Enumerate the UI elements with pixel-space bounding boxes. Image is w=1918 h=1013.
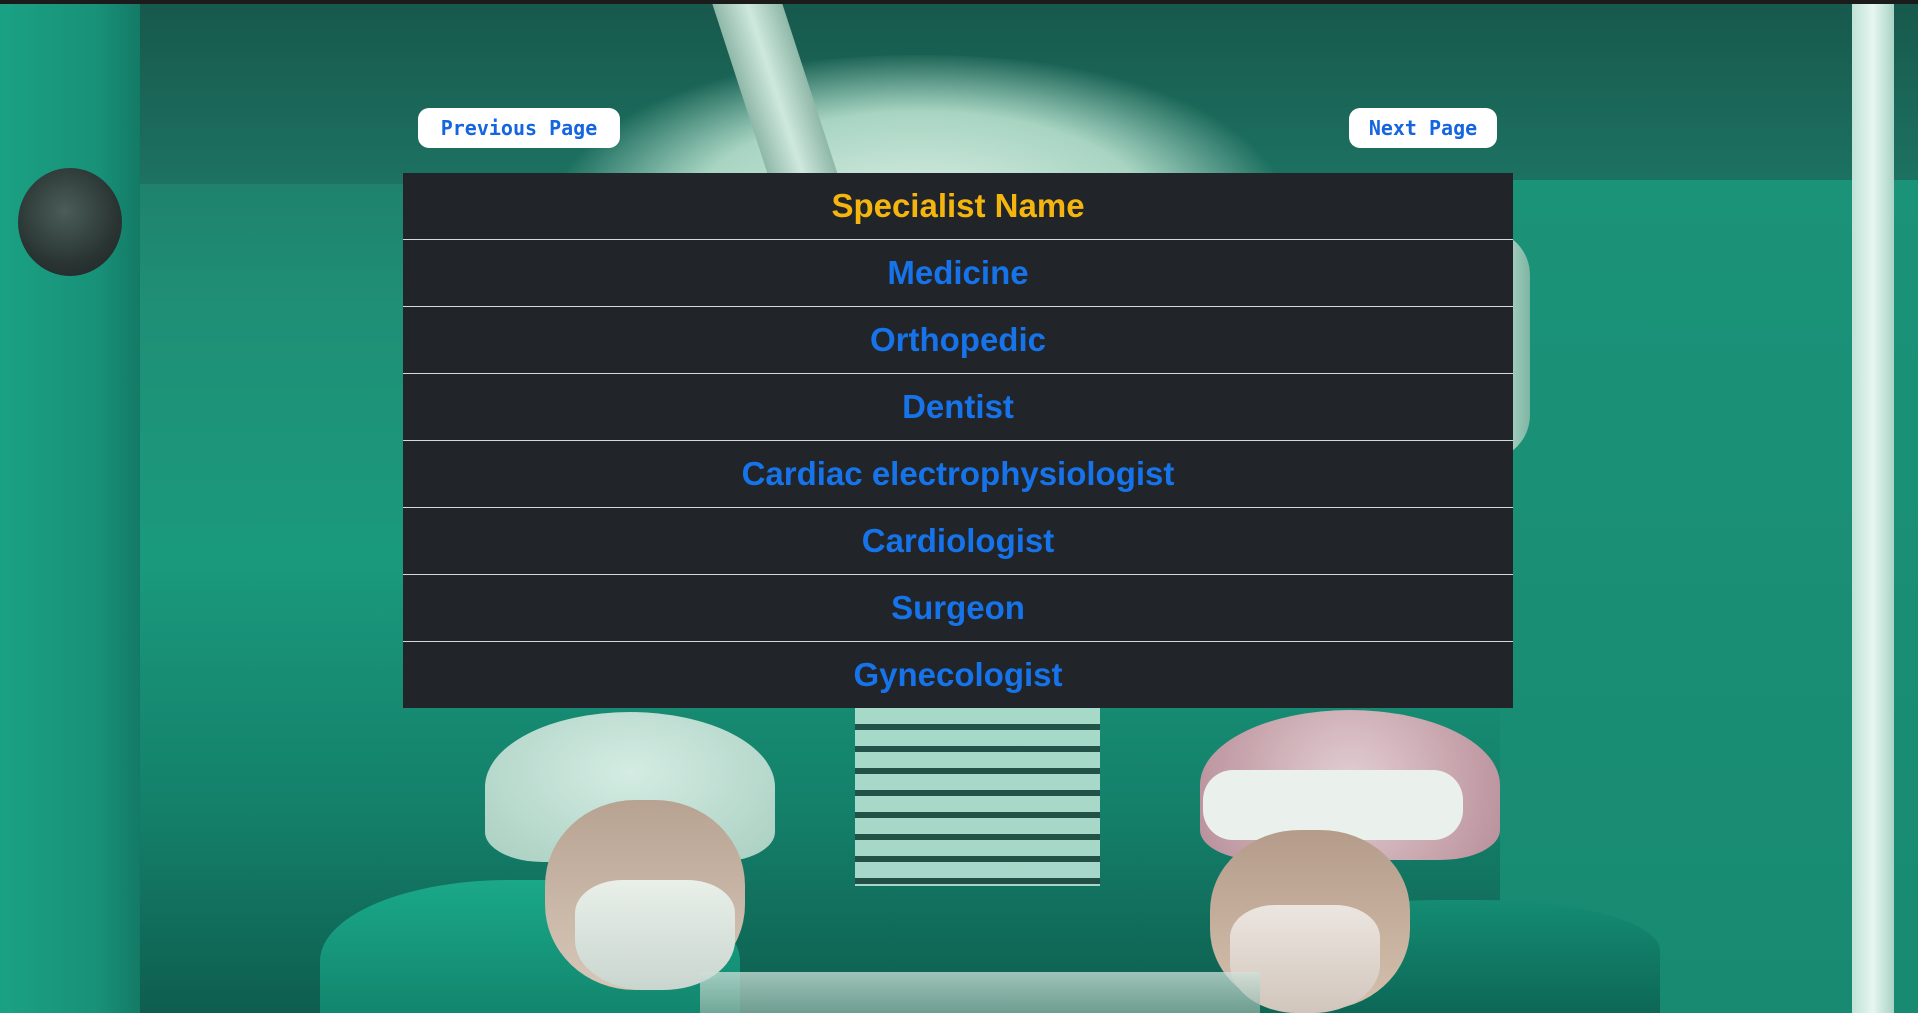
- wall-checklist-poster: [855, 708, 1100, 886]
- specialist-medicine[interactable]: Medicine: [403, 239, 1513, 307]
- table-header-row: Specialist Name: [403, 173, 1513, 240]
- specialist-cardiologist[interactable]: Cardiologist: [403, 507, 1513, 575]
- table-row[interactable]: Cardiac electrophysiologist: [403, 440, 1513, 508]
- specialist-name-header: Specialist Name: [403, 173, 1513, 240]
- surgical-instruments-tray: [700, 972, 1260, 1013]
- left-wall: [0, 4, 140, 1013]
- table-row[interactable]: Medicine: [403, 239, 1513, 307]
- table-row[interactable]: Cardiologist: [403, 507, 1513, 575]
- specialist-surgeon[interactable]: Surgeon: [403, 574, 1513, 642]
- table-row[interactable]: Orthopedic: [403, 306, 1513, 374]
- specialist-gynecologist[interactable]: Gynecologist: [403, 642, 1513, 709]
- table-row[interactable]: Dentist: [403, 373, 1513, 441]
- table-row[interactable]: Gynecologist: [403, 642, 1513, 709]
- specialist-orthopedic[interactable]: Orthopedic: [403, 306, 1513, 374]
- previous-page-button[interactable]: Previous Page: [418, 108, 620, 148]
- window-top-edge: [0, 0, 1918, 4]
- specialist-dentist[interactable]: Dentist: [403, 373, 1513, 441]
- table-row[interactable]: Surgeon: [403, 574, 1513, 642]
- wall-pipe: [1852, 4, 1894, 1013]
- specialist-table: Specialist Name Medicine Orthopedic Dent…: [403, 173, 1513, 708]
- next-page-button[interactable]: Next Page: [1349, 108, 1497, 148]
- surgeon-right-headband: [1203, 770, 1463, 840]
- specialist-cardiac-electrophysiologist[interactable]: Cardiac electrophysiologist: [403, 440, 1513, 508]
- wall-mounted-device: [18, 168, 122, 276]
